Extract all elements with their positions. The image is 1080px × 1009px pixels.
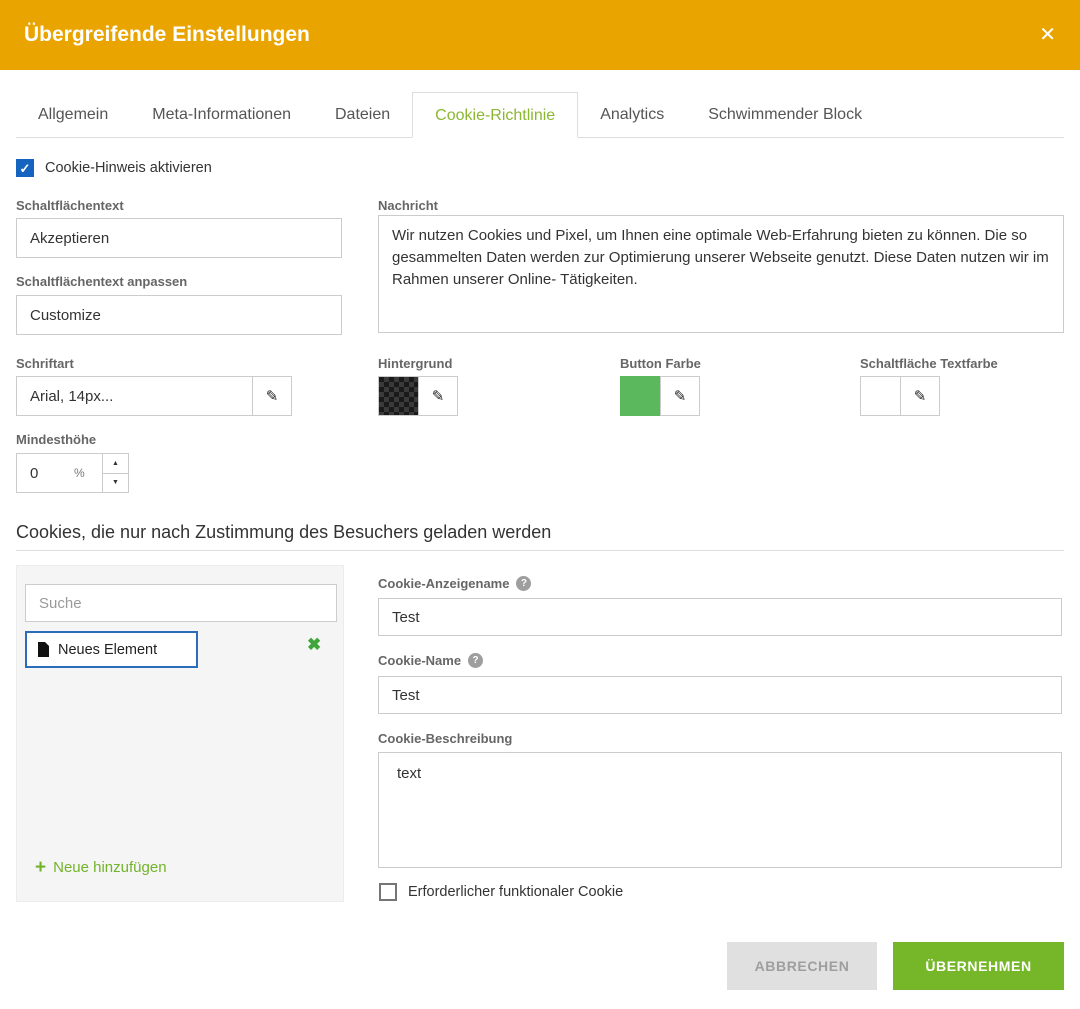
stepper-down-icon[interactable]: ▼ [102,473,129,494]
add-new-cookie-label: Neue hinzufügen [53,859,166,876]
tab-allgemein[interactable]: Allgemein [16,92,130,137]
dialog-header: Übergreifende Einstellungen ✕ [0,0,1080,70]
cookie-display-name-input[interactable] [378,598,1062,636]
delete-cookie-icon[interactable]: ✖ [307,636,321,653]
required-cookie-label: Erforderlicher funktionaler Cookie [408,884,623,900]
pencil-icon: ✎ [432,387,445,405]
button-text-color-edit-button[interactable]: ✎ [900,376,940,416]
background-edit-button[interactable]: ✎ [418,376,458,416]
apply-button[interactable]: ÜBERNEHMEN [893,942,1064,990]
min-height-unit: % [74,466,85,480]
tab-schwimmender-block[interactable]: Schwimmender Block [686,92,884,137]
checkbox-unchecked-icon[interactable] [379,883,397,901]
cookie-search-input[interactable] [25,584,337,622]
pencil-icon: ✎ [266,387,279,405]
cookie-list-item-label: Neues Element [58,642,157,658]
font-edit-button[interactable]: ✎ [252,376,292,416]
message-textarea[interactable]: Wir nutzen Cookies und Pixel, um Ihnen e… [378,215,1064,333]
cancel-button[interactable]: ABBRECHEN [727,942,877,990]
min-height-label: Mindesthöhe [16,432,96,447]
min-height-field: % [16,453,103,493]
message-label: Nachricht [378,198,438,213]
tab-dateien[interactable]: Dateien [313,92,412,137]
button-color-swatch[interactable] [620,376,661,416]
enable-cookie-notice-checkbox-row[interactable]: ✓ Cookie-Hinweis aktivieren [16,159,212,177]
checkbox-checked-icon[interactable]: ✓ [16,159,34,177]
button-color-label: Button Farbe [620,356,701,371]
button-text-color-swatch[interactable] [860,376,901,416]
cookie-list-item[interactable]: Neues Element [25,631,198,668]
tab-analytics[interactable]: Analytics [578,92,686,137]
button-text-label: Schaltflächentext [16,198,124,213]
help-icon[interactable]: ? [516,576,531,591]
add-new-cookie-button[interactable]: + Neue hinzufügen [35,858,167,877]
font-label: Schriftart [16,356,74,371]
cookie-description-textarea[interactable]: text [378,752,1062,868]
button-color-control: ✎ [620,376,700,416]
button-text-input[interactable] [16,218,342,258]
required-cookie-checkbox-row[interactable]: Erforderlicher funktionaler Cookie [379,883,623,901]
tab-bar: Allgemein Meta-Informationen Dateien Coo… [16,92,1064,138]
min-height-stepper: ▲ ▼ [102,453,129,493]
customize-button-text-label: Schaltflächentext anpassen [16,274,187,289]
plus-icon: + [35,858,46,877]
tab-cookie-richtlinie[interactable]: Cookie-Richtlinie [412,92,578,138]
cookie-display-name-label: Cookie-Anzeigename [378,576,509,591]
close-icon[interactable]: ✕ [1039,25,1056,45]
min-height-input[interactable] [30,465,74,482]
cookie-list-panel: Neues Element ✖ + Neue hinzufügen [16,565,344,902]
help-icon[interactable]: ? [468,653,483,668]
stepper-up-icon[interactable]: ▲ [102,453,129,474]
font-input[interactable] [16,376,253,416]
min-height-control: % ▲ ▼ [16,453,129,493]
button-color-edit-button[interactable]: ✎ [660,376,700,416]
cookie-display-name-label-row: Cookie-Anzeigename ? [378,576,531,591]
pencil-icon: ✎ [914,387,927,405]
cookie-name-label: Cookie-Name [378,653,461,668]
section-divider [16,550,1064,551]
cookie-name-input[interactable] [378,676,1062,714]
enable-cookie-notice-label: Cookie-Hinweis aktivieren [45,160,212,176]
background-color-swatch[interactable] [378,376,419,416]
cookie-name-label-row: Cookie-Name ? [378,653,483,668]
background-color-control: ✎ [378,376,458,416]
pencil-icon: ✎ [674,387,687,405]
button-text-color-control: ✎ [860,376,940,416]
settings-dialog: Übergreifende Einstellungen ✕ Allgemein … [0,0,1080,1009]
document-icon [37,642,49,657]
background-label: Hintergrund [378,356,452,371]
cookie-description-label: Cookie-Beschreibung [378,731,512,746]
tab-meta-informationen[interactable]: Meta-Informationen [130,92,313,137]
button-text-color-label: Schaltfläche Textfarbe [860,356,998,371]
dialog-title: Übergreifende Einstellungen [24,23,310,47]
customize-button-text-input[interactable] [16,295,342,335]
cookies-section-heading: Cookies, die nur nach Zustimmung des Bes… [16,522,551,543]
